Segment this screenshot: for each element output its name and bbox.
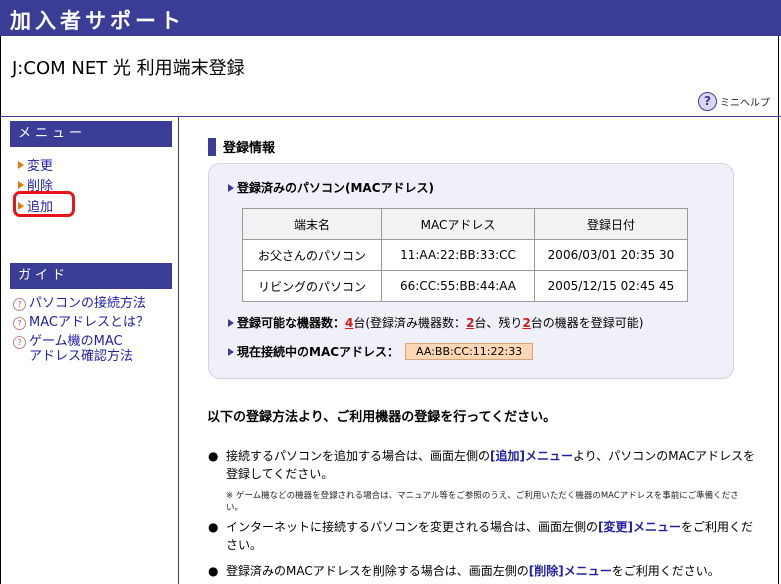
column-header: 登録日付: [534, 208, 688, 240]
registration-intro: 以下の登録方法より、ご利用機器の登録を行ってください。: [207, 410, 557, 425]
arrow-icon: [228, 183, 234, 192]
question-icon: ?: [13, 317, 26, 330]
question-circle-icon: ?: [698, 91, 717, 111]
bullet-dot: ●: [208, 449, 219, 463]
guide-link-label: MACアドレスとは？: [29, 315, 149, 330]
capacity-text: 台(登録済み機器数：: [353, 316, 467, 330]
header-bar: 加入者サポート: [0, 0, 781, 36]
device-name-cell: リビングのパソコン: [242, 270, 382, 302]
column-header: MACアドレス: [381, 208, 535, 240]
guide-heading: ガイド: [10, 263, 172, 289]
section-heading: 登録情報: [208, 137, 275, 156]
guide-link-label: パソコンの接続方法: [29, 296, 147, 311]
header-divider: [0, 116, 781, 117]
capacity-text: 台、残り: [474, 316, 523, 330]
instruction-text: をご利用ください。: [611, 564, 720, 578]
current-mac-value: AA:BB:CC:11:22:33: [405, 343, 534, 360]
capacity-registered: 2: [466, 315, 475, 330]
bullet-dot: ●: [208, 564, 219, 578]
column-header: 端末名: [242, 208, 382, 240]
section-bar: [208, 137, 216, 156]
question-icon: ?: [13, 298, 26, 311]
add-item-highlight: [13, 191, 75, 217]
sidebar-item-change[interactable]: 変更: [18, 155, 53, 174]
arrow-icon: [228, 318, 234, 327]
device-capacity: 登録可能な機器数： 4 台(登録済み機器数： 2 台、残り 2 台の機器を登録可…: [228, 314, 643, 331]
sidebar-divider: [178, 116, 179, 584]
header-title: 加入者サポート: [10, 9, 185, 33]
registered-devices-table: 端末名 MACアドレス 登録日付 お父さんのパソコン 11:AA:22:BB:3…: [242, 208, 688, 302]
table-row: お父さんのパソコン 11:AA:22:BB:33:CC 2006/03/01 2…: [242, 239, 688, 271]
registered-heading-text: 登録済みのパソコン(MACアドレス): [237, 181, 435, 195]
orange-triangle-icon: [18, 160, 24, 169]
current-mac-label: 現在接続中のMACアドレス：: [237, 345, 400, 359]
page-title: J:COM NET 光 利用端末登録: [12, 58, 245, 79]
current-mac: 現在接続中のMACアドレス： AA:BB:CC:11:22:33: [228, 343, 534, 360]
capacity-total: 4: [345, 315, 354, 330]
sidebar-item-label: 変更: [27, 159, 54, 174]
registered-date-cell: 2006/03/01 20:35 30: [534, 239, 688, 271]
delete-menu-link[interactable]: [削除]メニュー: [529, 564, 612, 578]
section-title: 登録情報: [223, 141, 276, 156]
registered-date-cell: 2005/12/15 02:45 45: [534, 270, 688, 302]
change-menu-link[interactable]: [変更]メニュー: [598, 520, 681, 534]
game-console-note: ※ ゲーム機などの機器を登録される場合は、マニュアル等をご参照のうえ、ご利用いた…: [226, 491, 739, 513]
table-row: リビングのパソコン 66:CC:55:BB:44:AA 2005/12/15 0…: [242, 270, 688, 302]
arrow-icon: [228, 347, 234, 356]
guide-link-game-console[interactable]: ? ゲーム機のMAC アドレス確認方法: [13, 334, 133, 364]
capacity-text: 台の機器を登録可能): [530, 316, 644, 330]
guide-link-mac-address[interactable]: ? MACアドレスとは？: [13, 315, 149, 330]
table-header-row: 端末名 MACアドレス 登録日付: [242, 208, 688, 240]
mini-help-link[interactable]: ? ミニヘルプ: [698, 91, 770, 111]
add-menu-link[interactable]: [追加]メニュー: [490, 449, 573, 463]
guide-link-label-line1: ゲーム機のMAC: [29, 334, 123, 349]
capacity-label: 登録可能な機器数：: [237, 316, 346, 330]
mac-address-cell: 66:CC:55:BB:44:AA: [381, 270, 535, 302]
instruction-text: インターネットに接続するパソコンを変更される場合は、画面左側の: [226, 520, 599, 534]
instruction-text: 接続するパソコンを追加する場合は、画面左側の: [226, 449, 491, 463]
menu-heading: メニュー: [10, 121, 172, 147]
mac-address-cell: 11:AA:22:BB:33:CC: [381, 239, 535, 271]
instruction-text: 登録済みのMACアドレスを削除する場合は、画面左側の: [226, 564, 529, 578]
device-name-cell: お父さんのパソコン: [242, 239, 382, 271]
orange-triangle-icon: [18, 180, 24, 189]
guide-link-pc-connection[interactable]: ? パソコンの接続方法: [13, 296, 146, 311]
registered-heading: 登録済みのパソコン(MACアドレス): [228, 179, 434, 196]
question-icon: ?: [13, 336, 26, 349]
bullet-dot: ●: [208, 520, 219, 534]
guide-link-label-line2: アドレス確認方法: [29, 349, 134, 364]
mini-help-label: ミニヘルプ: [720, 97, 770, 109]
capacity-remaining: 2: [522, 315, 531, 330]
